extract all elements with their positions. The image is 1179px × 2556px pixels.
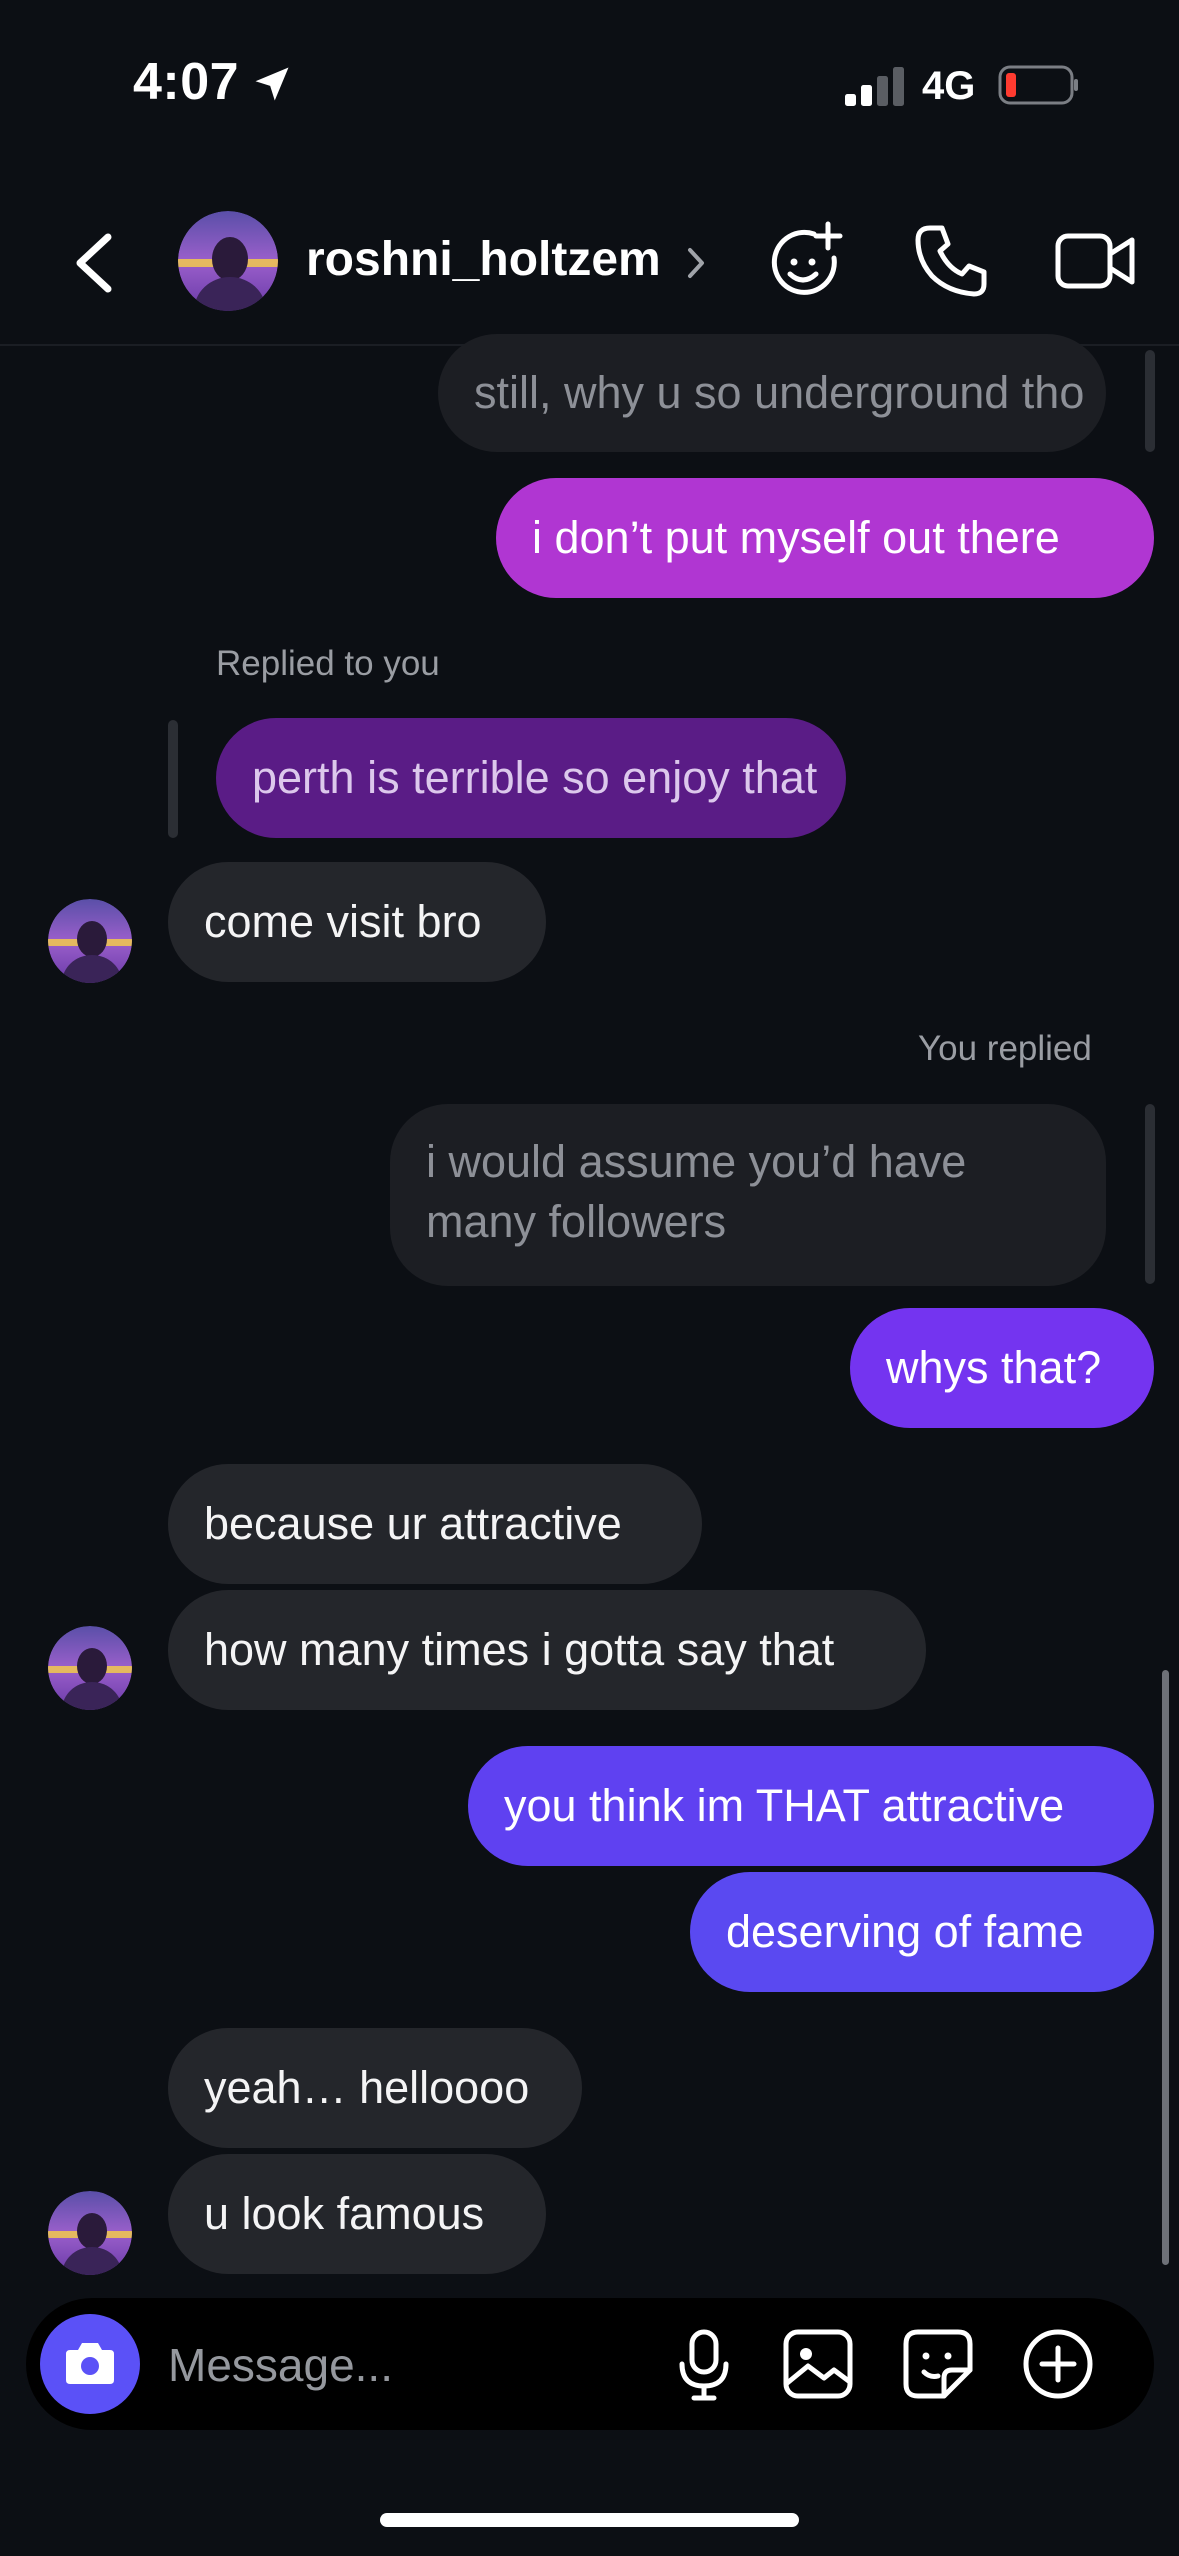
reply-label: You replied <box>918 1029 1092 1068</box>
avatar[interactable] <box>48 899 132 983</box>
home-indicator[interactable] <box>380 2513 799 2527</box>
avatar[interactable] <box>48 2191 132 2275</box>
avatar[interactable] <box>48 1626 132 1710</box>
video-icon[interactable] <box>1052 218 1138 304</box>
network-label: 4G <box>922 64 976 108</box>
reply-label: Replied to you <box>216 644 440 683</box>
message-bubble-incoming[interactable]: u look famous <box>168 2154 546 2274</box>
plus-icon[interactable] <box>1018 2324 1098 2404</box>
sticker-icon[interactable] <box>898 2324 978 2404</box>
camera-icon <box>66 2343 114 2384</box>
message-bubble-incoming[interactable]: because ur attractive <box>168 1464 702 1584</box>
quoted-message[interactable]: perth is terrible so enjoy that <box>216 718 846 838</box>
message-bubble-outgoing-faded[interactable]: still, why u so underground tho <box>438 334 1106 452</box>
reply-indicator <box>1145 350 1155 452</box>
message-bubble-outgoing[interactable]: you think im THAT attractive <box>468 1746 1154 1866</box>
message-bubble-outgoing[interactable]: deserving of fame <box>690 1872 1154 1992</box>
contact-name[interactable]: roshni_holtzem <box>306 232 661 287</box>
effects-icon[interactable] <box>762 218 848 304</box>
location-arrow-icon <box>255 67 289 101</box>
scrollbar[interactable] <box>1162 1670 1169 2265</box>
quoted-message[interactable]: i would assume you’d have many followers <box>390 1104 1106 1286</box>
avatar[interactable] <box>178 211 278 311</box>
message-bubble-outgoing[interactable]: i don’t put myself out there <box>496 478 1154 598</box>
status-time: 4:07 <box>133 53 240 111</box>
battery-icon <box>998 65 1078 105</box>
message-bubble-incoming[interactable]: come visit bro <box>168 862 546 982</box>
message-bubble-incoming[interactable]: yeah… helloooo <box>168 2028 582 2148</box>
mic-icon[interactable] <box>664 2324 744 2404</box>
chevron-right-icon[interactable] <box>682 244 710 282</box>
phone-icon[interactable] <box>908 218 994 304</box>
signal-icon <box>845 67 904 106</box>
message-input[interactable] <box>168 2320 638 2410</box>
reply-indicator <box>1145 1104 1155 1284</box>
back-icon[interactable] <box>60 223 130 303</box>
message-bubble-incoming[interactable]: how many times i gotta say that <box>168 1590 926 1710</box>
reply-indicator <box>168 720 178 838</box>
camera-button[interactable] <box>40 2314 140 2414</box>
message-bubble-outgoing[interactable]: whys that? <box>850 1308 1154 1428</box>
gallery-icon[interactable] <box>778 2324 858 2404</box>
